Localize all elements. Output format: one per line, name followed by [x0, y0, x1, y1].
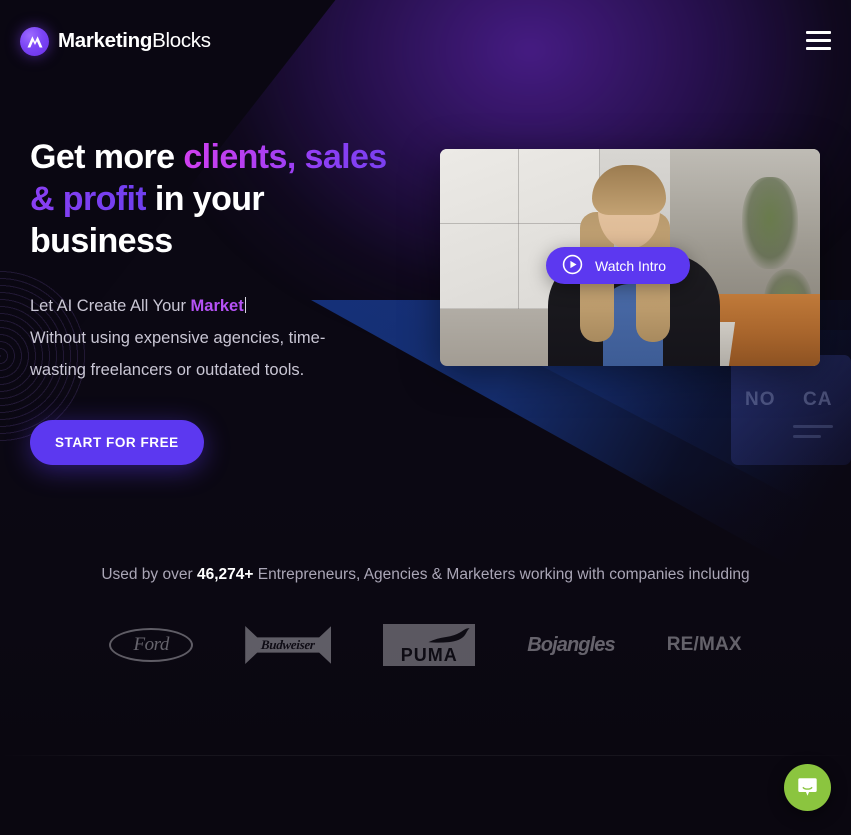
puma-cat-icon: [428, 628, 470, 643]
hamburger-bar: [806, 39, 831, 42]
subhead-static-prefix: Let AI Create All Your: [30, 297, 191, 315]
marketingblocks-logo-icon: [20, 26, 49, 56]
chat-bubble-icon: [796, 775, 819, 801]
hamburger-bar: [806, 47, 831, 50]
bojangles-label: Bojangles: [527, 633, 615, 656]
typing-caret-icon: [244, 297, 247, 313]
budweiser-bowtie-icon: Budweiser: [245, 626, 332, 664]
hero-copy-block: Get more clients, sales & profit in your…: [30, 136, 430, 465]
hamburger-menu-icon[interactable]: [806, 31, 831, 50]
subhead-line-2: Without using expensive agencies, time-: [30, 329, 326, 347]
ford-oval-icon: Ford: [109, 628, 194, 662]
landing-page: NO CA MarketingBlocks Get more clients, …: [0, 0, 851, 835]
social-proof-prefix: Used by over: [101, 566, 197, 583]
subhead-line-3: wasting freelancers or outdated tools.: [30, 361, 305, 379]
hero-subheadline: Let AI Create All Your Market Without us…: [30, 290, 420, 386]
footer-strip: [0, 756, 851, 835]
headline-part-white-3: business: [30, 222, 173, 260]
logo-text-bold: Marketing: [58, 29, 153, 52]
social-proof-text: Used by over 46,274+ Entrepreneurs, Agen…: [0, 562, 851, 588]
headline-part-gradient-2: & profit: [30, 180, 147, 218]
page-title: Get more clients, sales & profit in your…: [30, 136, 430, 262]
site-header: MarketingBlocks: [0, 0, 851, 82]
play-circle-icon: [562, 254, 583, 278]
brand-logo-budweiser: Budweiser: [245, 626, 332, 664]
social-proof-suffix: Entrepreneurs, Agencies & Marketers work…: [253, 566, 750, 583]
logo-text-light: Blocks: [152, 29, 211, 52]
ford-label: Ford: [133, 634, 170, 655]
brand-logo-row: Ford Budweiser PUMA Bojangles RE/MAX: [0, 624, 851, 666]
social-proof-section: Used by over 46,274+ Entrepreneurs, Agen…: [0, 562, 851, 588]
watch-intro-label: Watch Intro: [595, 257, 667, 274]
chat-widget-button[interactable]: [784, 764, 831, 811]
headline-part-white-2: in your: [146, 180, 265, 218]
remax-label: RE/MAX: [666, 634, 742, 655]
brand-logo-remax: RE/MAX: [667, 634, 742, 656]
start-for-free-button[interactable]: START FOR FREE: [30, 420, 204, 465]
brand-logo-puma: PUMA: [383, 624, 476, 666]
intro-video-thumbnail[interactable]: Watch Intro: [440, 149, 820, 366]
subhead-typed-word: Market: [190, 297, 244, 315]
headline-part-white: Get more: [30, 138, 184, 176]
puma-label: PUMA: [400, 645, 458, 665]
social-proof-count: 46,274+: [196, 566, 254, 583]
headline-part-gradient: clients, sales: [183, 138, 387, 176]
budweiser-label: Budweiser: [261, 637, 316, 652]
hamburger-bar: [806, 31, 831, 34]
logo-wordmark: MarketingBlocks: [58, 29, 211, 53]
brand-logo-bojangles: Bojangles: [527, 633, 615, 657]
video-plant-decor: [742, 177, 798, 269]
logo-link[interactable]: MarketingBlocks: [20, 26, 211, 56]
brand-logo-ford: Ford: [109, 628, 194, 662]
watch-intro-button[interactable]: Watch Intro: [546, 247, 691, 284]
puma-box-icon: PUMA: [383, 624, 476, 666]
